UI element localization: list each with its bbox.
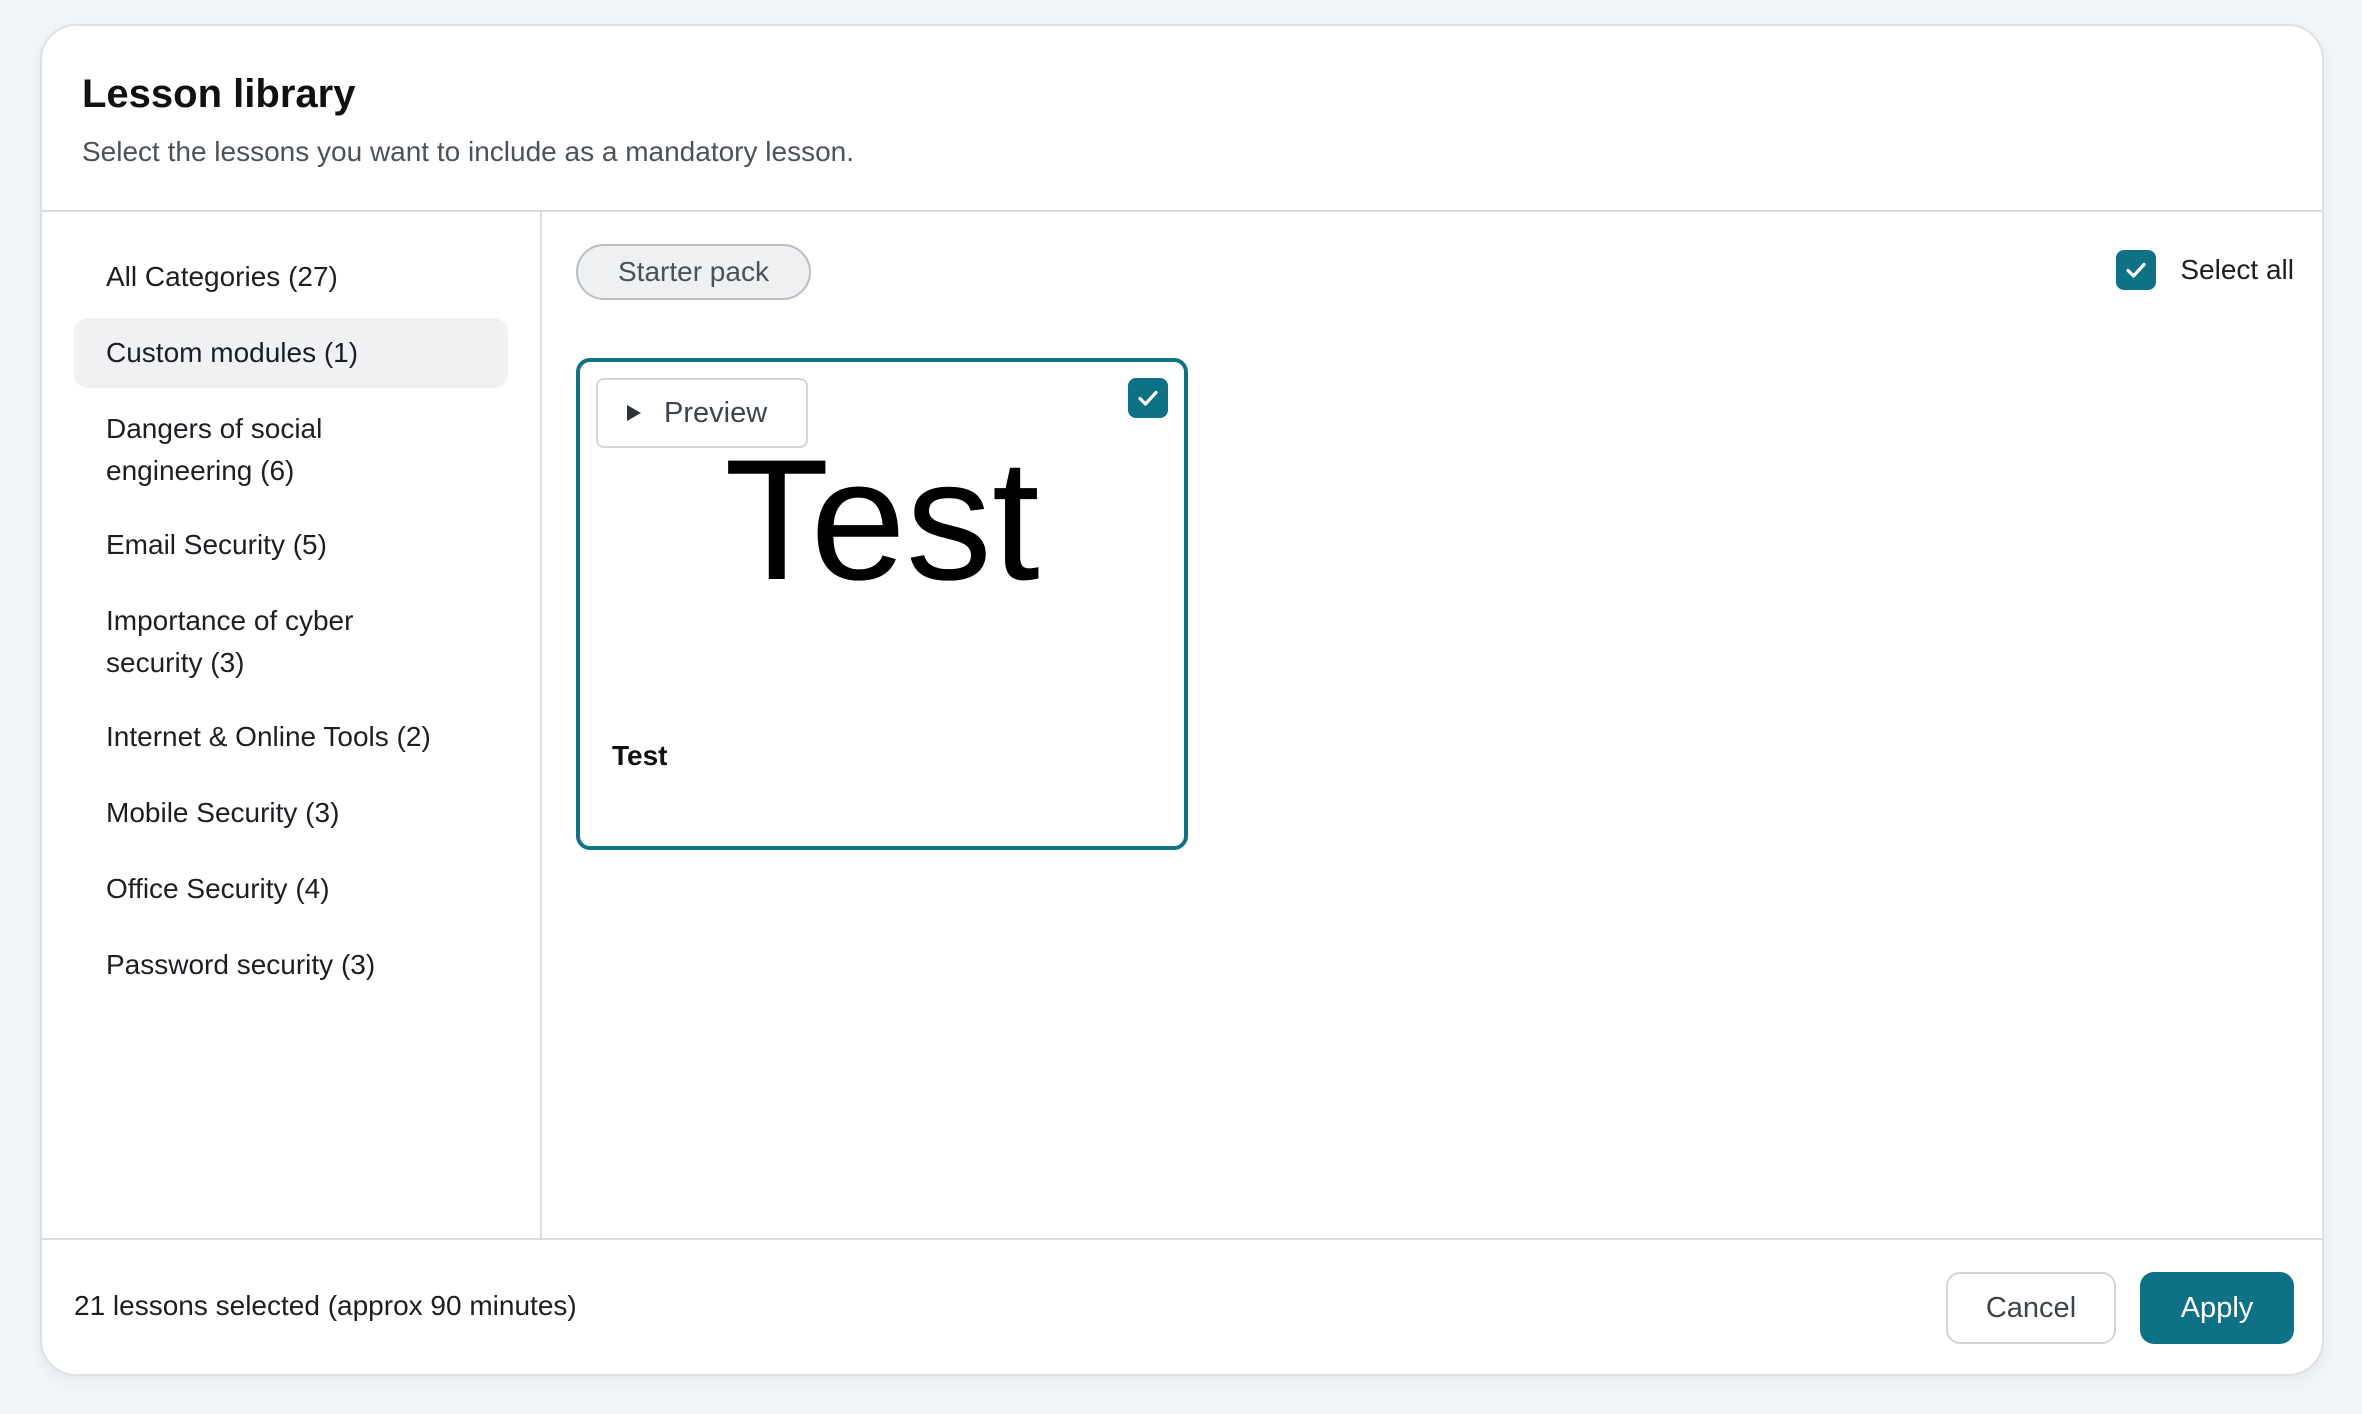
sidebar-item-dangers-of-social-engineering[interactable]: Dangers of social engineering (6) bbox=[74, 394, 404, 506]
selection-status: 21 lessons selected (approx 90 minutes) bbox=[74, 1290, 577, 1321]
apply-button[interactable]: Apply bbox=[2140, 1272, 2294, 1344]
sidebar-item-email-security[interactable]: Email Security (5) bbox=[74, 510, 508, 580]
modal-footer: 21 lessons selected (approx 90 minutes) … bbox=[42, 1238, 2322, 1374]
sidebar-item-internet-online-tools[interactable]: Internet & Online Tools (2) bbox=[74, 702, 508, 772]
modal-header: Lesson library Select the lessons you wa… bbox=[42, 26, 2322, 212]
select-all-label: Select all bbox=[2180, 254, 2294, 285]
modal-title: Lesson library bbox=[82, 72, 356, 116]
lesson-library-modal: Lesson library Select the lessons you wa… bbox=[40, 24, 2324, 1376]
play-icon bbox=[627, 405, 641, 421]
lesson-title: Test bbox=[612, 740, 668, 771]
sidebar-item-password-security[interactable]: Password security (3) bbox=[74, 930, 508, 1000]
sidebar-item-custom-modules[interactable]: Custom modules (1) bbox=[74, 318, 508, 388]
lesson-card[interactable]: Preview Test Test bbox=[576, 358, 1188, 850]
cancel-button[interactable]: Cancel bbox=[1946, 1272, 2116, 1344]
category-sidebar: All Categories (27) Custom modules (1) D… bbox=[42, 212, 542, 1238]
select-all-toggle[interactable]: Select all bbox=[2116, 248, 2294, 292]
lesson-checkbox[interactable] bbox=[1128, 378, 1168, 418]
sidebar-item-mobile-security[interactable]: Mobile Security (3) bbox=[74, 778, 508, 848]
lesson-thumbnail: Test bbox=[724, 424, 1040, 616]
select-all-checkbox[interactable] bbox=[2116, 250, 2157, 290]
sidebar-item-importance-of-cyber-security[interactable]: Importance of cyber security (3) bbox=[74, 586, 404, 698]
lessons-content: Starter pack Select all Preview Test Tes… bbox=[544, 212, 2322, 1238]
sidebar-item-all-categories[interactable]: All Categories (27) bbox=[74, 242, 508, 312]
filter-chip-starter-pack[interactable]: Starter pack bbox=[576, 244, 811, 300]
modal-subtitle: Select the lessons you want to include a… bbox=[82, 136, 854, 167]
check-icon bbox=[1138, 390, 1158, 406]
check-icon bbox=[2126, 262, 2146, 278]
sidebar-item-office-security[interactable]: Office Security (4) bbox=[74, 854, 508, 924]
